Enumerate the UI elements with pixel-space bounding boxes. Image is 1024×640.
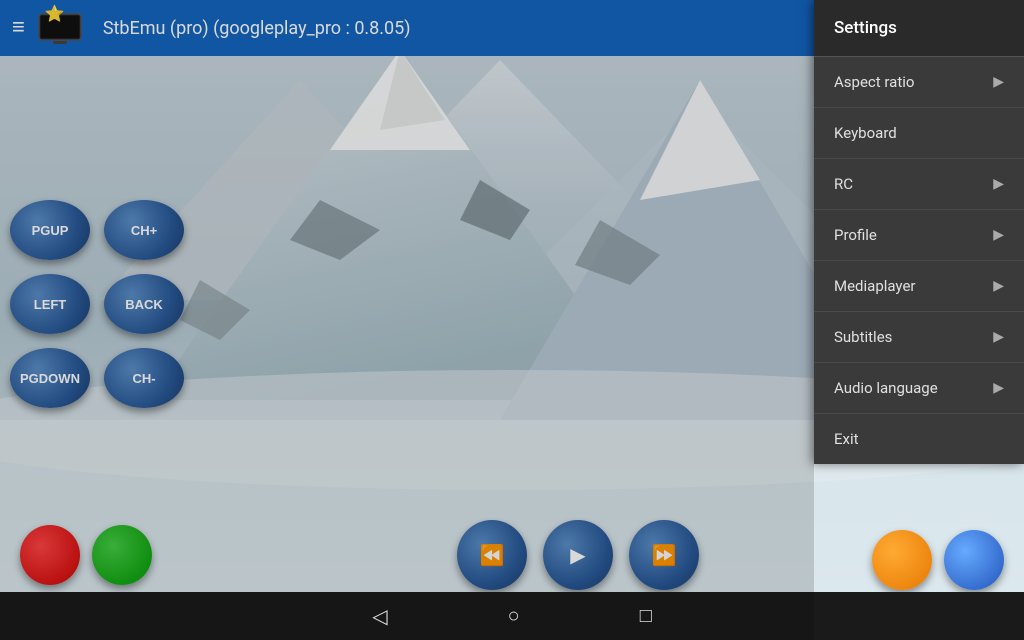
menu-item-label: Profile xyxy=(834,226,877,244)
settings-header: Settings xyxy=(814,0,1024,57)
menu-item-label: Audio language xyxy=(834,379,938,397)
menu-arrow-icon: ▶ xyxy=(993,227,1004,243)
menu-arrow-icon: ▶ xyxy=(993,74,1004,90)
controls-right xyxy=(872,530,1004,590)
menu-item-label: Keyboard xyxy=(834,124,897,142)
menu-item-exit[interactable]: Exit xyxy=(814,414,1024,464)
menu-item-label: Exit xyxy=(834,430,859,448)
menu-arrow-icon: ▶ xyxy=(993,176,1004,192)
menu-item-rc[interactable]: RC ▶ xyxy=(814,159,1024,210)
menu-item-label: Subtitles xyxy=(834,328,892,346)
menu-item-keyboard[interactable]: Keyboard xyxy=(814,108,1024,159)
menu-arrow-icon: ▶ xyxy=(993,329,1004,345)
menu-items-container: Aspect ratio▶KeyboardRC▶Profile▶Mediapla… xyxy=(814,57,1024,464)
menu-item-label: Aspect ratio xyxy=(834,73,914,91)
menu-item-label: Mediaplayer xyxy=(834,277,915,295)
menu-item-subtitles[interactable]: Subtitles ▶ xyxy=(814,312,1024,363)
menu-item-profile[interactable]: Profile ▶ xyxy=(814,210,1024,261)
menu-arrow-icon: ▶ xyxy=(993,380,1004,396)
menu-arrow-icon: ▶ xyxy=(993,278,1004,294)
menu-item-aspect-ratio[interactable]: Aspect ratio ▶ xyxy=(814,57,1024,108)
menu-item-audio-language[interactable]: Audio language ▶ xyxy=(814,363,1024,414)
blue-button[interactable] xyxy=(944,530,1004,590)
menu-item-mediaplayer[interactable]: Mediaplayer ▶ xyxy=(814,261,1024,312)
orange-button[interactable] xyxy=(872,530,932,590)
dropdown-menu: Settings Aspect ratio▶KeyboardRC▶Profile… xyxy=(814,0,1024,464)
menu-item-label: RC xyxy=(834,175,853,193)
overlay-dim xyxy=(0,0,814,640)
